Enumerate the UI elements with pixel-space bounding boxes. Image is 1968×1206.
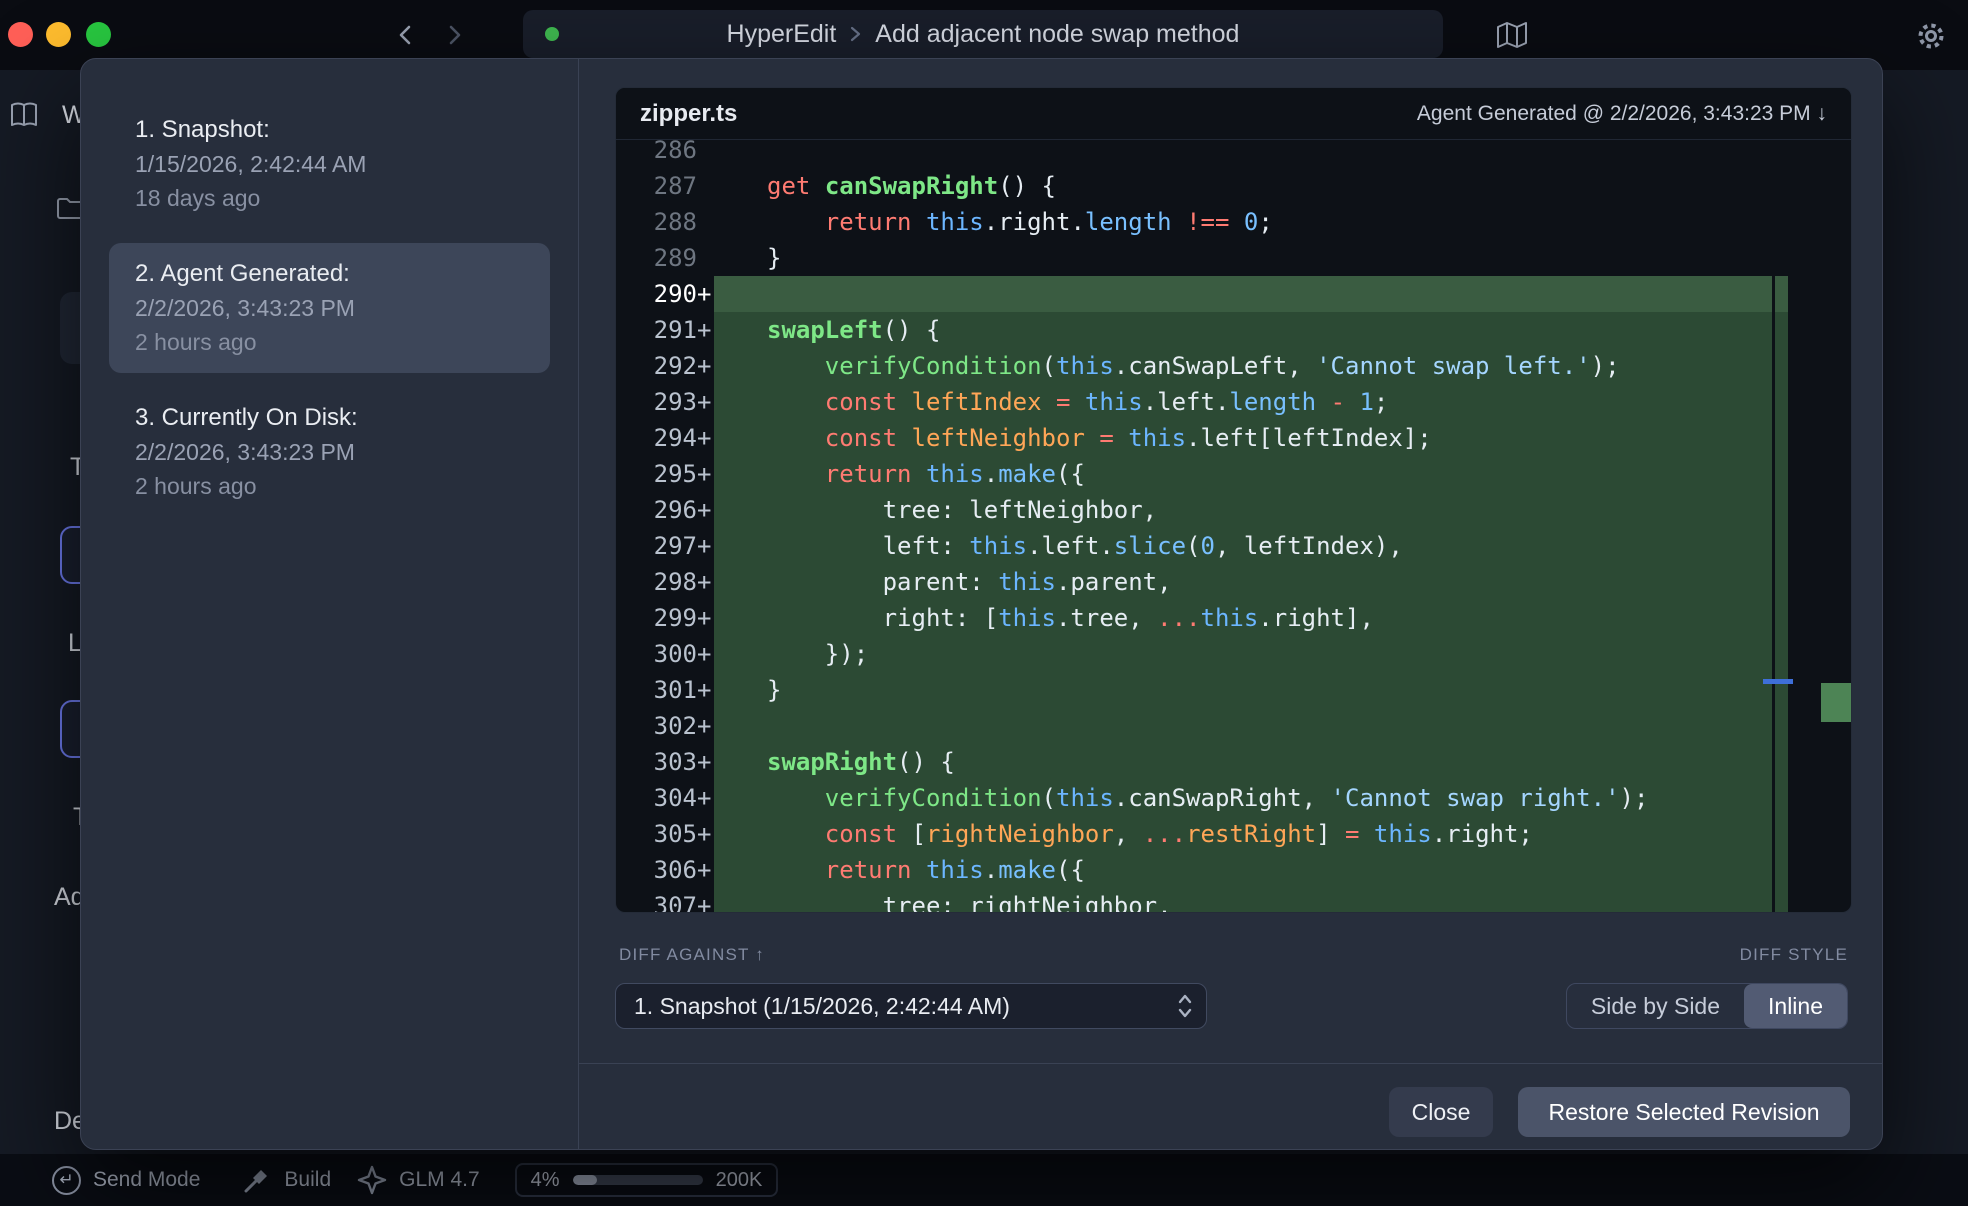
- revision-list: 1. Snapshot:1/15/2026, 2:42:44 AM18 days…: [81, 59, 579, 1149]
- diff-style-toggle: Side by Side Inline: [1566, 983, 1848, 1029]
- code-line-302: 302+: [616, 708, 1851, 744]
- code-line-296: 296+ tree: leftNeighbor,: [616, 492, 1851, 528]
- code-line-298: 298+ parent: this.parent,: [616, 564, 1851, 600]
- revision-ago: 2 hours ago: [135, 325, 524, 359]
- context-percent: 4%: [531, 1169, 560, 1192]
- unsaved-indicator-dot: [545, 27, 559, 41]
- diff-panel-header: zipper.ts Agent Generated @ 2/2/2026, 3:…: [616, 88, 1851, 140]
- context-limit: 200K: [716, 1169, 763, 1192]
- restore-button[interactable]: Restore Selected Revision: [1518, 1087, 1850, 1137]
- map-icon[interactable]: [1496, 21, 1528, 49]
- fullscreen-window-button[interactable]: [86, 22, 111, 47]
- sparkle-icon: [357, 1165, 387, 1195]
- code-line-304: 304+ verifyCondition(this.canSwapRight, …: [616, 780, 1851, 816]
- statusbar: ↵ Send Mode Build GLM 4.7 4% 200K: [0, 1154, 1968, 1206]
- code-line-303: 303+swapRight() {: [616, 744, 1851, 780]
- diff-against-value: 1. Snapshot (1/15/2026, 2:42:44 AM): [634, 993, 1010, 1020]
- book-icon[interactable]: [8, 100, 40, 130]
- back-chevron-icon[interactable]: [394, 23, 418, 47]
- hammer-icon: [242, 1165, 272, 1195]
- model-label: GLM 4.7: [399, 1168, 480, 1192]
- diff-style-label: DIFF STYLE: [1740, 945, 1848, 965]
- code-line-291: 291+swapLeft() {: [616, 312, 1851, 348]
- stepper-chevrons-icon: [1176, 990, 1194, 1022]
- breadcrumb-separator-icon: [848, 24, 863, 44]
- context-usage-meter: 4% 200K: [515, 1163, 779, 1197]
- build-control[interactable]: Build: [242, 1165, 331, 1195]
- send-mode-control[interactable]: ↵ Send Mode: [52, 1166, 200, 1195]
- revision-item[interactable]: 1. Snapshot:1/15/2026, 2:42:44 AM18 days…: [109, 99, 550, 229]
- footer-divider: [579, 1063, 1882, 1064]
- code-line-292: 292+ verifyCondition(this.canSwapLeft, '…: [616, 348, 1851, 384]
- code-line-290: 290+: [616, 276, 1851, 312]
- code-line-288: 288 return this.right.length !== 0;: [616, 204, 1851, 240]
- return-key-icon: ↵: [52, 1166, 81, 1195]
- code-line-305: 305+ const [rightNeighbor, ...restRight]…: [616, 816, 1851, 852]
- revision-history-dialog: 1. Snapshot:1/15/2026, 2:42:44 AM18 days…: [80, 58, 1883, 1150]
- scrollbar-track-line[interactable]: [1772, 140, 1775, 912]
- close-button[interactable]: Close: [1389, 1087, 1493, 1137]
- revision-date: 2/2/2026, 3:43:23 PM: [135, 435, 524, 469]
- document-tab[interactable]: HyperEdit Add adjacent node swap method: [523, 10, 1443, 58]
- code-line-289: 289}: [616, 240, 1851, 276]
- revision-label: 1. Snapshot:: [135, 113, 524, 147]
- diff-panel: zipper.ts Agent Generated @ 2/2/2026, 3:…: [615, 87, 1852, 913]
- revision-date: 1/15/2026, 2:42:44 AM: [135, 147, 524, 181]
- diff-overview-marker: [1821, 683, 1852, 722]
- model-selector[interactable]: GLM 4.7: [357, 1165, 480, 1195]
- code-line-297: 297+ left: this.left.slice(0, leftIndex)…: [616, 528, 1851, 564]
- build-label: Build: [284, 1168, 331, 1192]
- code-line-300: 300+ });: [616, 636, 1851, 672]
- diff-against-select[interactable]: 1. Snapshot (1/15/2026, 2:42:44 AM): [615, 983, 1207, 1029]
- breadcrumb: HyperEdit Add adjacent node swap method: [727, 20, 1240, 49]
- revision-label: 2. Agent Generated:: [135, 257, 524, 291]
- app-name: HyperEdit: [727, 20, 837, 49]
- code-line-307: 307+ tree: rightNeighbor,: [616, 888, 1851, 913]
- revision-ago: 2 hours ago: [135, 469, 524, 503]
- context-progress-bar: [573, 1175, 703, 1185]
- inline-button[interactable]: Inline: [1744, 984, 1847, 1028]
- send-mode-label: Send Mode: [93, 1168, 200, 1192]
- revision-item[interactable]: 3. Currently On Disk:2/2/2026, 3:43:23 P…: [109, 387, 550, 517]
- minimize-window-button[interactable]: [46, 22, 71, 47]
- close-window-button[interactable]: [8, 22, 33, 47]
- code-line-293: 293+ const leftIndex = this.left.length …: [616, 384, 1851, 420]
- revision-label: 3. Currently On Disk:: [135, 401, 524, 435]
- document-title: Add adjacent node swap method: [875, 20, 1239, 49]
- revision-stamp[interactable]: Agent Generated @ 2/2/2026, 3:43:23 PM ↓: [1417, 102, 1827, 126]
- code-line-287: 287get canSwapRight() {: [616, 168, 1851, 204]
- code-diff: 286287get canSwapRight() {288 return thi…: [616, 132, 1851, 913]
- file-name: zipper.ts: [640, 100, 737, 128]
- code-line-294: 294+ const leftNeighbor = this.left[left…: [616, 420, 1851, 456]
- code-line-306: 306+ return this.make({: [616, 852, 1851, 888]
- code-line-299: 299+ right: [this.tree, ...this.right],: [616, 600, 1851, 636]
- code-line-301: 301+}: [616, 672, 1851, 708]
- forward-chevron-icon[interactable]: [442, 23, 466, 47]
- revision-ago: 18 days ago: [135, 181, 524, 215]
- diff-against-label: DIFF AGAINST ↑: [619, 945, 765, 965]
- revision-item[interactable]: 2. Agent Generated:2/2/2026, 3:43:23 PM2…: [109, 243, 550, 373]
- settings-gear-icon[interactable]: [1916, 21, 1946, 51]
- side-by-side-button[interactable]: Side by Side: [1567, 984, 1744, 1028]
- scrollbar-position-marker: [1763, 679, 1793, 684]
- context-progress-fill: [573, 1175, 597, 1185]
- revision-date: 2/2/2026, 3:43:23 PM: [135, 291, 524, 325]
- code-line-295: 295+ return this.make({: [616, 456, 1851, 492]
